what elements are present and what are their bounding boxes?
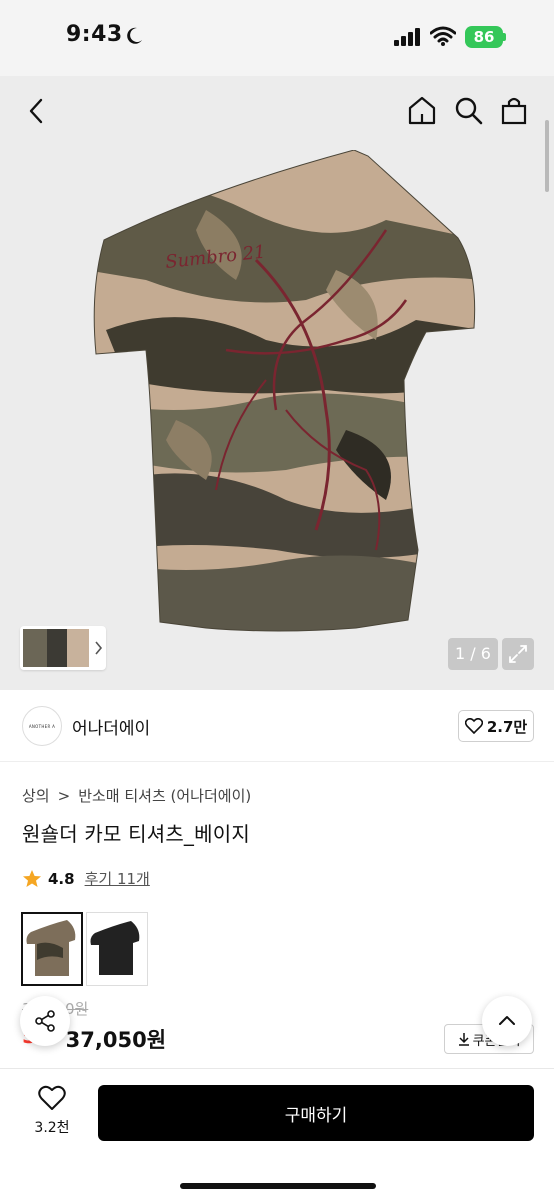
breadcrumb: 상의 > 반소매 티셔츠 (어나더에이) [22, 785, 251, 806]
status-bar: 9:43 86 [0, 0, 554, 76]
color-option-black[interactable] [86, 912, 148, 986]
bag-icon[interactable] [498, 94, 530, 126]
star-icon [23, 869, 41, 887]
sale-price: 37,050원 [65, 1028, 167, 1052]
brand-logo[interactable]: ANOTHER A [22, 706, 62, 746]
bottom-bar: 3.2천 구매하기 [0, 1068, 554, 1200]
thumbnail-preview [23, 629, 103, 667]
share-icon [35, 1010, 55, 1032]
wifi-icon [430, 26, 456, 46]
product-image: Sumbro 21 [93, 150, 476, 632]
expand-icon [509, 645, 527, 663]
search-icon[interactable] [452, 94, 484, 126]
rating-row: 4.8 후기 11개 [22, 868, 150, 889]
brand-like-count: 2.7만 [486, 717, 528, 736]
expand-button[interactable] [502, 638, 534, 670]
scrollbar[interactable] [545, 120, 549, 192]
color-option-black-image [90, 921, 140, 975]
color-option-beige-image [26, 920, 76, 976]
chevron-right-icon [95, 641, 103, 655]
wishlist-button[interactable]: 3.2천 [22, 1085, 82, 1145]
brand-row[interactable]: ANOTHER A 어나더에이 2.7만 [0, 690, 554, 762]
battery-indicator: 86 [465, 26, 503, 48]
brand-like-button[interactable]: 2.7만 [458, 710, 534, 742]
buy-button[interactable]: 구매하기 [98, 1085, 534, 1141]
chevron-up-icon [499, 1016, 515, 1025]
breadcrumb-separator: > [57, 786, 71, 805]
rating-value: 4.8 [48, 869, 75, 888]
home-indicator [180, 1183, 376, 1189]
breadcrumb-subcategory[interactable]: 반소매 티셔츠 (어나더에이) [78, 785, 251, 806]
review-link[interactable]: 후기 11개 [85, 868, 150, 889]
thumbnail-strip[interactable] [20, 626, 106, 670]
color-option-beige[interactable] [21, 912, 83, 986]
breadcrumb-category[interactable]: 상의 [22, 785, 50, 806]
image-counter: 1 / 6 [448, 638, 498, 670]
status-time: 9:43 [66, 22, 123, 47]
back-icon[interactable] [22, 96, 52, 126]
heart-icon [38, 1085, 66, 1110]
brand-name[interactable]: 어나더에이 [72, 714, 150, 739]
heart-icon [464, 718, 483, 734]
share-button[interactable] [20, 996, 70, 1046]
scroll-top-button[interactable] [482, 996, 532, 1046]
battery-cap [503, 33, 506, 41]
wishlist-count: 3.2천 [34, 1120, 70, 1136]
moon-icon [127, 27, 142, 44]
product-gallery[interactable]: Sumbro 21 1 / 6 [0, 76, 554, 690]
download-icon [458, 1033, 469, 1046]
home-icon[interactable] [406, 94, 438, 126]
product-title: 원숄더 카모 티셔츠_베이지 [22, 822, 250, 846]
signal-icon [394, 28, 420, 46]
